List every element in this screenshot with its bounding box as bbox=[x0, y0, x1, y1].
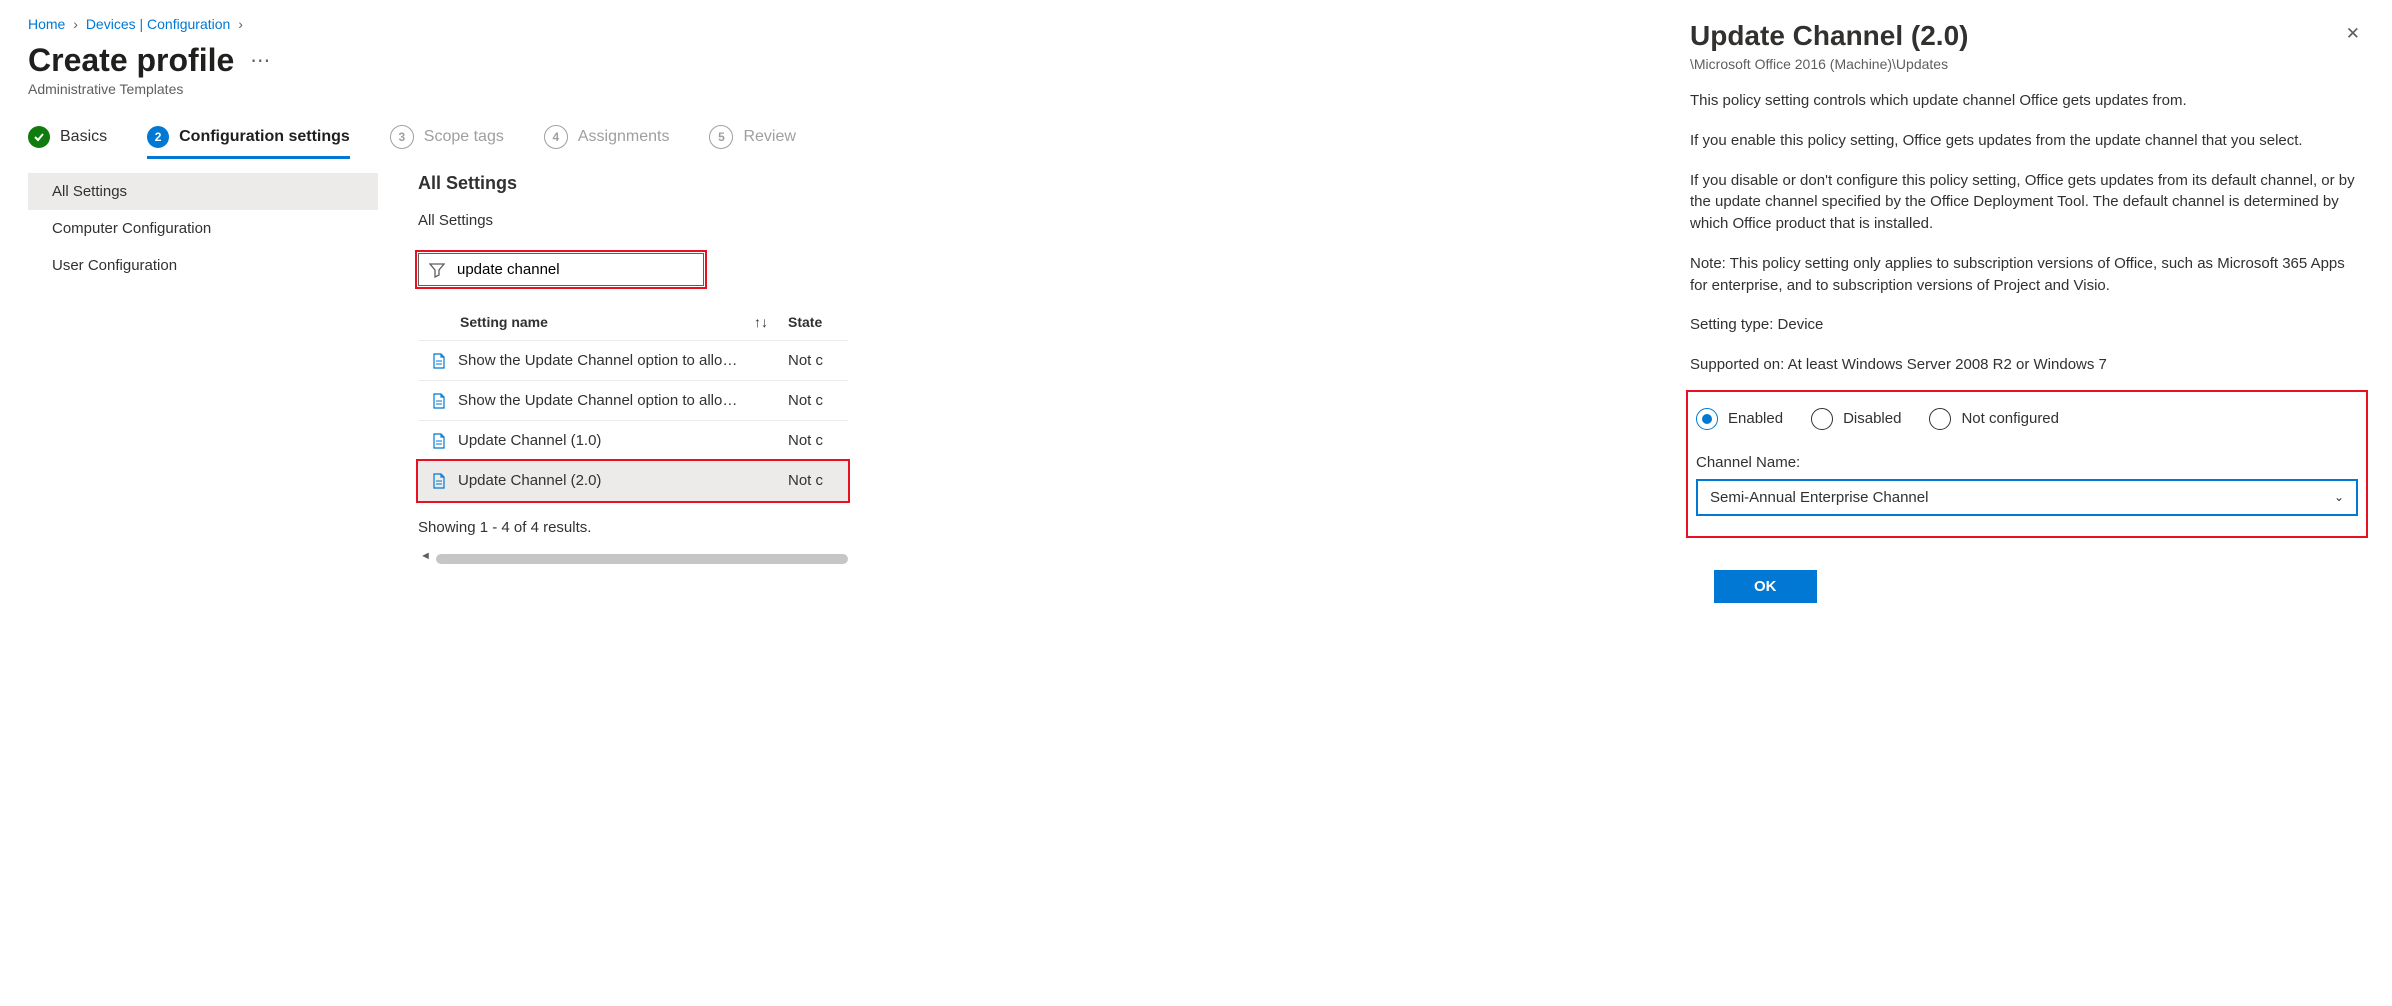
settings-subheading: All Settings bbox=[418, 212, 848, 229]
document-icon bbox=[432, 353, 446, 369]
step-number-icon: 5 bbox=[709, 125, 733, 149]
radio-label: Not configured bbox=[1961, 410, 2059, 427]
step-label: Basics bbox=[60, 128, 107, 146]
step-label: Assignments bbox=[578, 128, 670, 146]
page-title: Create profile bbox=[28, 42, 234, 79]
panel-path: \Microsoft Office 2016 (Machine)\Updates bbox=[1690, 56, 1968, 72]
filter-input[interactable] bbox=[455, 260, 693, 279]
results-count: Showing 1 - 4 of 4 results. bbox=[418, 519, 848, 536]
sort-icon[interactable]: ↑↓ bbox=[754, 314, 768, 330]
step-label: Review bbox=[743, 128, 795, 146]
step-scope-tags[interactable]: 3 Scope tags bbox=[390, 125, 504, 149]
select-value: Semi-Annual Enterprise Channel bbox=[1710, 489, 1928, 506]
step-number-icon: 2 bbox=[147, 126, 169, 148]
radio-icon bbox=[1811, 408, 1833, 430]
step-number-icon: 4 bbox=[544, 125, 568, 149]
step-label: Scope tags bbox=[424, 128, 504, 146]
horizontal-scrollbar[interactable] bbox=[436, 554, 848, 564]
panel-description: If you enable this policy setting, Offic… bbox=[1690, 130, 2364, 152]
table-row[interactable]: Update Channel (2.0) Not c bbox=[418, 461, 848, 501]
step-basics[interactable]: Basics bbox=[28, 126, 107, 148]
channel-name-label: Channel Name: bbox=[1696, 454, 2358, 471]
radio-label: Disabled bbox=[1843, 410, 1901, 427]
radio-label: Enabled bbox=[1728, 410, 1783, 427]
breadcrumb-home[interactable]: Home bbox=[28, 16, 65, 32]
column-setting-name[interactable]: Setting name bbox=[418, 314, 754, 330]
supported-on: Supported on: At least Windows Server 20… bbox=[1690, 354, 2364, 376]
table-row[interactable]: Show the Update Channel option to allo… … bbox=[418, 341, 848, 381]
radio-icon bbox=[1929, 408, 1951, 430]
page-subtitle: Administrative Templates bbox=[28, 81, 848, 97]
step-review[interactable]: 5 Review bbox=[709, 125, 795, 149]
document-icon bbox=[432, 393, 446, 409]
panel-description: Note: This policy setting only applies t… bbox=[1690, 253, 2364, 297]
column-state[interactable]: State bbox=[788, 314, 848, 330]
settings-grid: Setting name ↑↓ State Show the Update Ch… bbox=[418, 304, 848, 501]
table-row[interactable]: Show the Update Channel option to allo… … bbox=[418, 381, 848, 421]
breadcrumb-devices[interactable]: Devices | Configuration bbox=[86, 16, 230, 32]
setting-state: Not c bbox=[788, 352, 848, 369]
setting-name: Show the Update Channel option to allo… bbox=[458, 392, 788, 409]
chevron-down-icon: ⌄ bbox=[2334, 490, 2344, 504]
grid-header: Setting name ↑↓ State bbox=[418, 304, 848, 341]
panel-description: If you disable or don't configure this p… bbox=[1690, 170, 2364, 235]
wizard-steps: Basics 2 Configuration settings 3 Scope … bbox=[28, 125, 848, 149]
channel-name-select[interactable]: Semi-Annual Enterprise Channel ⌄ bbox=[1696, 479, 2358, 516]
step-label: Configuration settings bbox=[179, 128, 350, 146]
sidebar-item-computer-configuration[interactable]: Computer Configuration bbox=[28, 210, 378, 247]
radio-icon bbox=[1696, 408, 1718, 430]
radio-disabled[interactable]: Disabled bbox=[1811, 408, 1901, 430]
breadcrumb: Home › Devices | Configuration › bbox=[28, 16, 848, 32]
step-configuration-settings[interactable]: 2 Configuration settings bbox=[147, 126, 350, 159]
setting-name: Update Channel (2.0) bbox=[458, 472, 788, 489]
document-icon bbox=[432, 433, 446, 449]
panel-description: This policy setting controls which updat… bbox=[1690, 90, 2364, 112]
step-number-icon: 3 bbox=[390, 125, 414, 149]
step-assignments[interactable]: 4 Assignments bbox=[544, 125, 670, 149]
settings-heading: All Settings bbox=[418, 173, 848, 194]
detail-panel: Update Channel (2.0) \Microsoft Office 2… bbox=[1662, 0, 2392, 1006]
sidebar-item-user-configuration[interactable]: User Configuration bbox=[28, 247, 378, 284]
filter-box[interactable] bbox=[418, 253, 704, 286]
setting-state: Not c bbox=[788, 472, 848, 489]
ok-button[interactable]: OK bbox=[1714, 570, 1817, 603]
check-icon bbox=[28, 126, 50, 148]
close-icon[interactable]: ✕ bbox=[2342, 20, 2364, 48]
setting-state: Not c bbox=[788, 392, 848, 409]
filter-icon bbox=[429, 262, 445, 278]
setting-type: Setting type: Device bbox=[1690, 314, 2364, 336]
radio-enabled[interactable]: Enabled bbox=[1696, 408, 1783, 430]
setting-name: Show the Update Channel option to allo… bbox=[458, 352, 788, 369]
setting-state: Not c bbox=[788, 432, 848, 449]
document-icon bbox=[432, 473, 446, 489]
chevron-right-icon: › bbox=[73, 16, 78, 32]
state-radio-group: Enabled Disabled Not configured Channel … bbox=[1690, 394, 2364, 534]
settings-sidebar: All Settings Computer Configuration User… bbox=[28, 173, 378, 564]
chevron-right-icon: › bbox=[238, 16, 243, 32]
panel-title: Update Channel (2.0) bbox=[1690, 20, 1968, 52]
setting-name: Update Channel (1.0) bbox=[458, 432, 788, 449]
radio-not-configured[interactable]: Not configured bbox=[1929, 408, 2059, 430]
table-row[interactable]: Update Channel (1.0) Not c bbox=[418, 421, 848, 461]
sidebar-item-all-settings[interactable]: All Settings bbox=[28, 173, 378, 210]
more-icon[interactable]: ⋯ bbox=[250, 48, 272, 73]
